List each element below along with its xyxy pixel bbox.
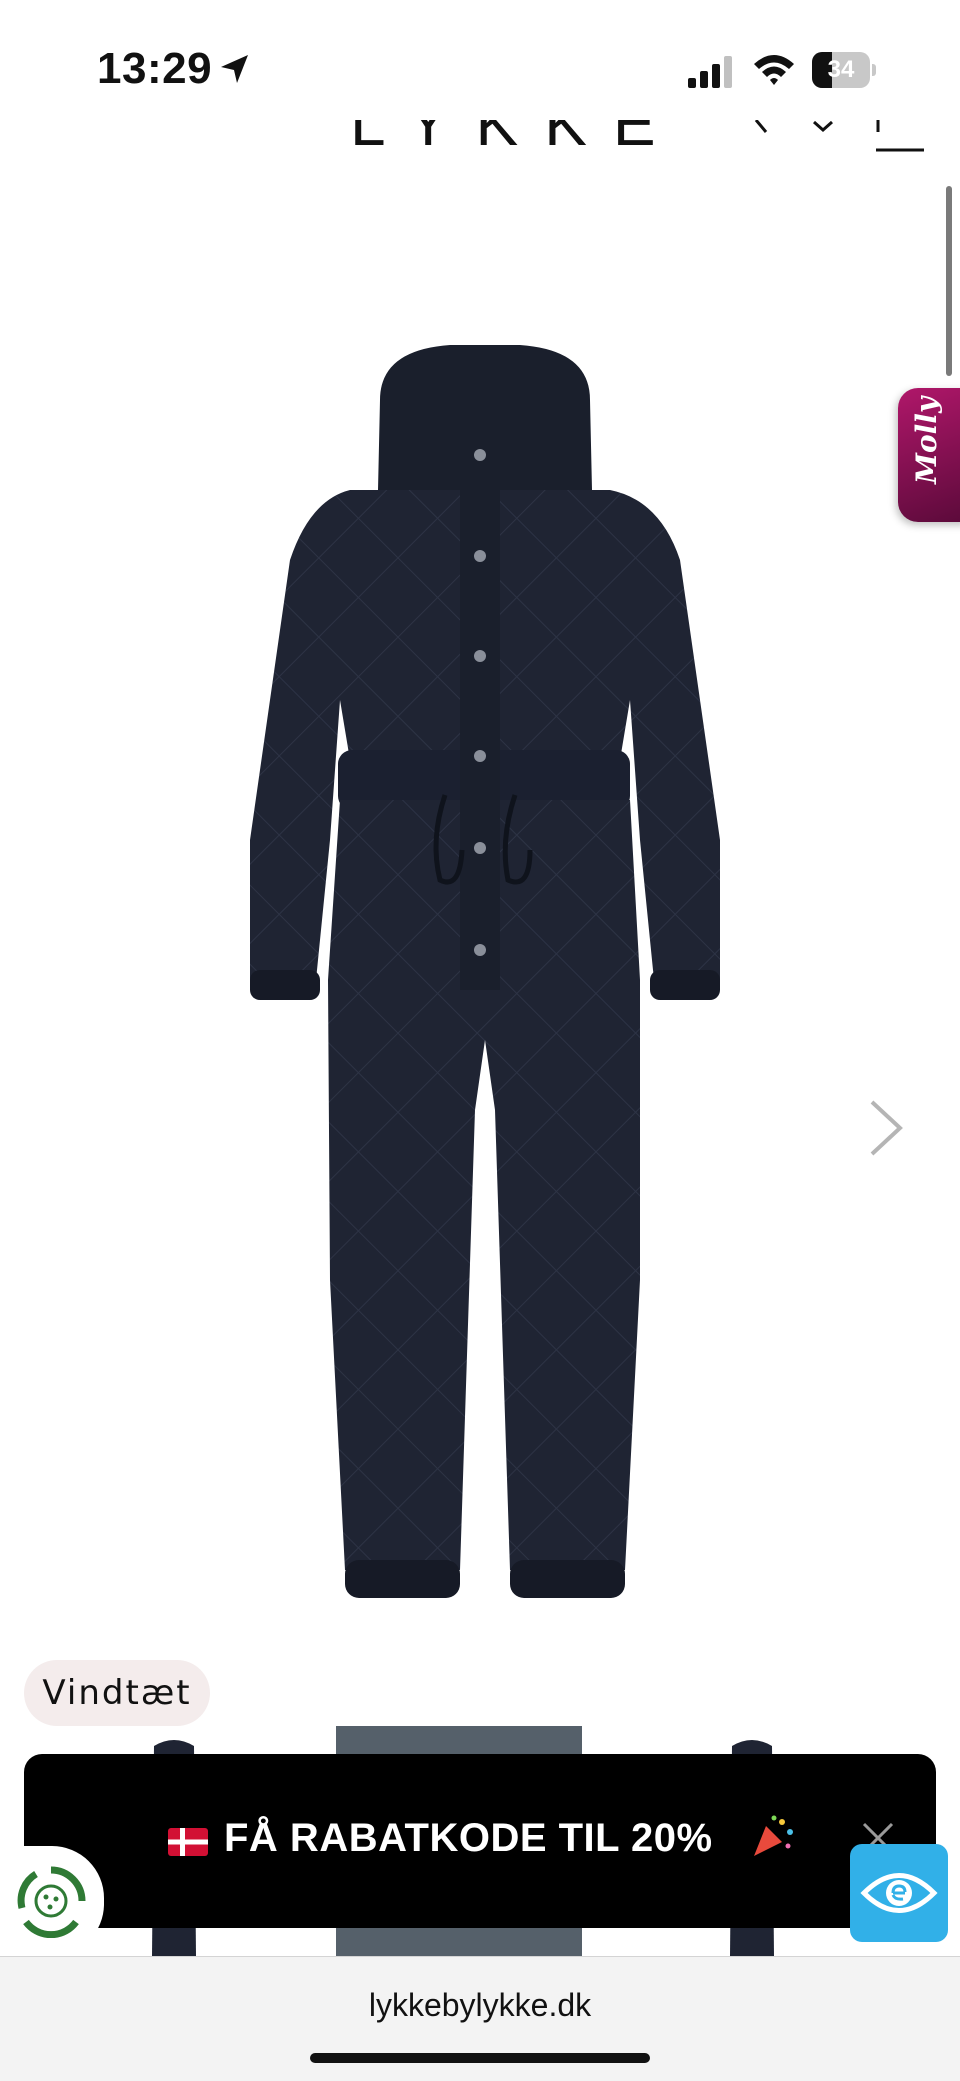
battery-indicator: 34 (812, 52, 876, 88)
cellular-signal-icon (688, 56, 732, 88)
home-indicator[interactable] (310, 2053, 650, 2063)
status-time: 13:29 (97, 44, 213, 93)
chevron-right-icon[interactable] (862, 1096, 910, 1160)
site-header: LYKKE (0, 120, 960, 160)
promo-text: FÅ RABATKODE TIL 20% (224, 1816, 713, 1860)
denmark-flag-icon (168, 1828, 208, 1856)
product-gallery: Vindtæt (0, 180, 960, 1726)
location-arrow-icon (221, 55, 248, 83)
molly-chat-tab[interactable]: Molly (898, 388, 960, 522)
product-image-jumpsuit[interactable] (200, 280, 760, 1620)
status-bar: 13:29 34 (0, 0, 960, 120)
wifi-icon (754, 55, 794, 85)
site-logo[interactable]: LYKKE (350, 120, 682, 160)
feature-badge: Vindtæt (24, 1660, 210, 1726)
menu-icon[interactable] (876, 120, 924, 154)
accessibility-button[interactable] (850, 1844, 948, 1942)
cookie-settings-icon (17, 1866, 86, 1938)
url-text[interactable]: lykkebylykke.dk (0, 1987, 960, 2024)
party-popper-icon (754, 1815, 793, 1856)
battery-level: 34 (827, 56, 855, 83)
molly-label: Molly (910, 396, 943, 484)
search-icon[interactable] (748, 120, 778, 150)
accessibility-eye-icon (860, 1873, 938, 1913)
discount-promo-banner[interactable]: FÅ RABATKODE TIL 20% (24, 1754, 936, 1928)
browser-address-bar[interactable]: lykkebylykke.dk (0, 1956, 960, 2081)
account-icon[interactable] (808, 120, 838, 150)
cookie-settings-button[interactable] (0, 1846, 104, 1956)
